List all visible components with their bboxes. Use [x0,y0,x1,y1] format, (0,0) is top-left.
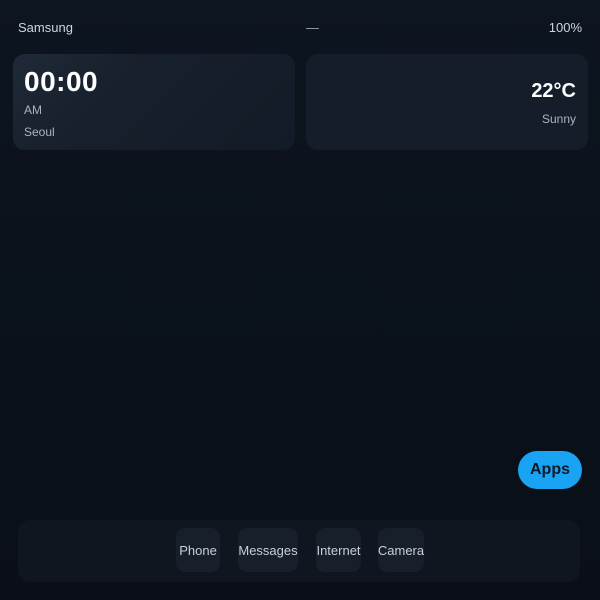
apps-button[interactable]: Apps [518,451,582,489]
status-bar: Samsung — 100% [0,0,600,54]
dock-item-phone[interactable]: Phone [176,528,220,572]
status-center-indicator: — [306,20,319,35]
clock-widget[interactable]: 00:00 AM Seoul [13,54,295,150]
dock-item-internet[interactable]: Internet [316,528,361,572]
dock-item-messages[interactable]: Messages [238,528,298,572]
clock-city: Seoul [24,125,55,139]
battery-status: 100% [548,20,582,35]
dock-item-camera[interactable]: Camera [378,528,424,572]
weather-widget[interactable]: 22°C Sunny [306,54,588,150]
status-carrier: Samsung [18,20,73,35]
weather-condition: Sunny [541,112,576,126]
clock-time: 00:00 [24,66,99,97]
dock: Phone Messages Internet Camera [18,520,580,582]
weather-temperature: 22°C [531,80,576,102]
clock-ampm: AM [24,103,42,117]
